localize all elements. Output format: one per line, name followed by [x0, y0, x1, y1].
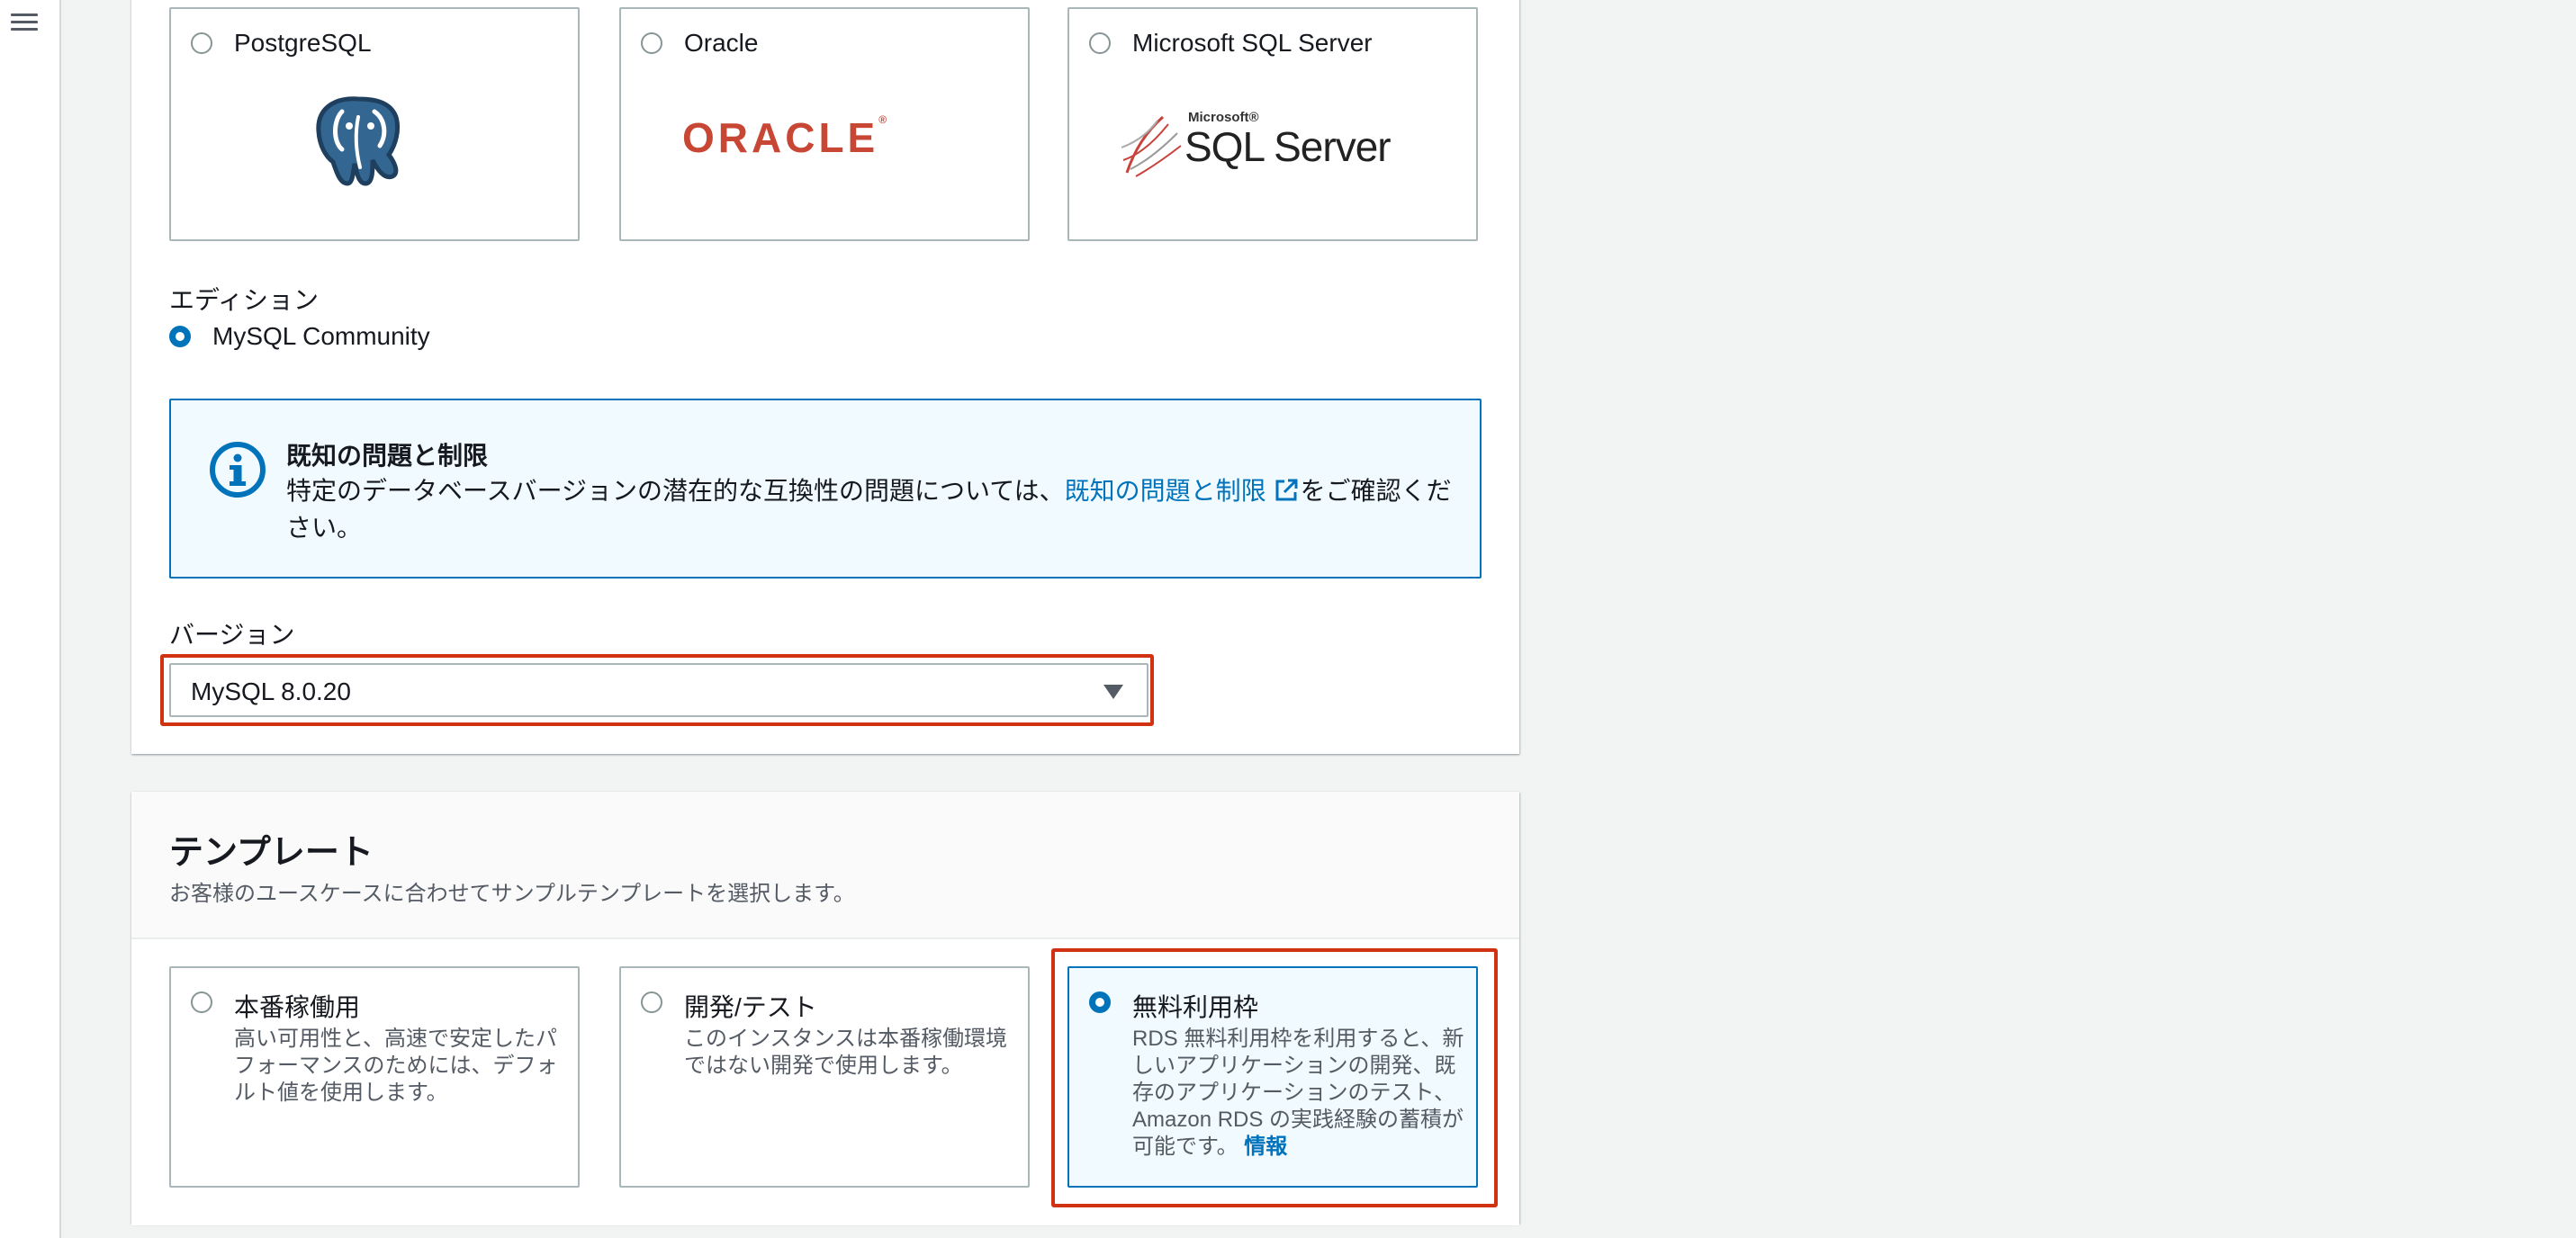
- sqlserver-logo: Microsoft® SQL Server: [1118, 106, 1415, 178]
- template-title-free-tier: 無料利用枠: [1132, 993, 1259, 1021]
- engine-label-sqlserver: Microsoft SQL Server: [1132, 29, 1373, 57]
- engine-radio-postgresql[interactable]: [191, 32, 212, 54]
- engine-options-panel: PostgreSQL Oracle ORACLE® Microsoft SQL …: [131, 0, 1519, 754]
- oracle-logo: ORACLE®: [682, 113, 887, 161]
- version-select-value: MySQL 8.0.20: [191, 677, 351, 705]
- postgresql-elephant-logo: [316, 96, 401, 186]
- known-issues-alert: 既知の問題と制限 特定のデータベースバージョンの潜在的な互換性の問題については、…: [169, 399, 1482, 579]
- engine-card-postgresql[interactable]: PostgreSQL: [169, 7, 580, 241]
- template-radio-free-tier[interactable]: [1089, 991, 1111, 1013]
- version-label: バージョン: [169, 621, 295, 649]
- known-issues-link[interactable]: 既知の問題と制限: [1065, 477, 1266, 505]
- template-desc-production: 高い可用性と、高速で安定したパフォーマンスのためには、デフォルト値を使用します。: [234, 1027, 558, 1105]
- engine-label-postgresql: PostgreSQL: [234, 29, 372, 57]
- template-radio-dev-test[interactable]: [641, 991, 662, 1013]
- side-navigation-rail: [0, 0, 61, 1238]
- edition-radio-mysql-community[interactable]: [169, 326, 191, 347]
- version-select[interactable]: MySQL 8.0.20: [169, 663, 1148, 717]
- template-desc-free-tier-text: RDS 無料利用枠を利用すると、新しいアプリケーションの開発、既存のアプリケーシ…: [1132, 1027, 1464, 1159]
- alert-body-text-before: 特定のデータベースバージョンの潜在的な互換性の問題については、: [286, 477, 1065, 505]
- template-card-dev-test[interactable]: 開発/テスト このインスタンスは本番稼働環境ではない開発で使用します。: [619, 966, 1030, 1188]
- engine-radio-sqlserver[interactable]: [1089, 32, 1111, 54]
- info-link[interactable]: 情報: [1244, 1135, 1287, 1159]
- edition-option-label[interactable]: MySQL Community: [212, 322, 430, 351]
- oracle-logo-text: ORACLE: [682, 114, 879, 161]
- template-card-free-tier[interactable]: 無料利用枠 RDS 無料利用枠を利用すると、新しいアプリケーションの開発、既存の…: [1067, 966, 1478, 1188]
- sqlserver-swirl-icon: [1121, 115, 1182, 177]
- engine-card-oracle[interactable]: Oracle ORACLE®: [619, 7, 1030, 241]
- alert-title: 既知の問題と制限: [286, 442, 489, 470]
- external-link-icon[interactable]: [1274, 478, 1299, 503]
- sqlserver-logo-text: SQL Server: [1184, 123, 1392, 170]
- caret-down-icon[interactable]: [1103, 685, 1123, 699]
- templates-title: テンプレート: [169, 834, 374, 872]
- alert-body: 特定のデータベースバージョンの潜在的な互換性の問題については、既知の問題と制限 …: [286, 472, 1456, 546]
- engine-label-oracle: Oracle: [684, 29, 759, 57]
- engine-card-sqlserver[interactable]: Microsoft SQL Server Microsoft® SQL Serv…: [1067, 7, 1478, 241]
- template-card-production[interactable]: 本番稼働用 高い可用性と、高速で安定したパフォーマンスのためには、デフォルト値を…: [169, 966, 580, 1188]
- template-desc-free-tier: RDS 無料利用枠を利用すると、新しいアプリケーションの開発、既存のアプリケーシ…: [1132, 1026, 1467, 1161]
- templates-options-area: 本番稼働用 高い可用性と、高速で安定したパフォーマンスのためには、デフォルト値を…: [131, 937, 1519, 1225]
- info-icon: [210, 442, 266, 498]
- template-title-dev-test: 開発/テスト: [684, 993, 817, 1021]
- template-title-production: 本番稼働用: [234, 993, 361, 1021]
- engine-radio-oracle[interactable]: [641, 32, 662, 54]
- templates-description: お客様のユースケースに合わせてサンプルテンプレートを選択します。: [169, 882, 855, 906]
- menu-hamburger-icon[interactable]: [11, 9, 38, 34]
- templates-panel: テンプレート お客様のユースケースに合わせてサンプルテンプレートを選択します。 …: [131, 792, 1519, 1225]
- template-radio-production[interactable]: [191, 991, 212, 1013]
- edition-label: エディション: [169, 286, 320, 314]
- template-desc-dev-test: このインスタンスは本番稼働環境ではない開発で使用します。: [684, 1027, 1008, 1078]
